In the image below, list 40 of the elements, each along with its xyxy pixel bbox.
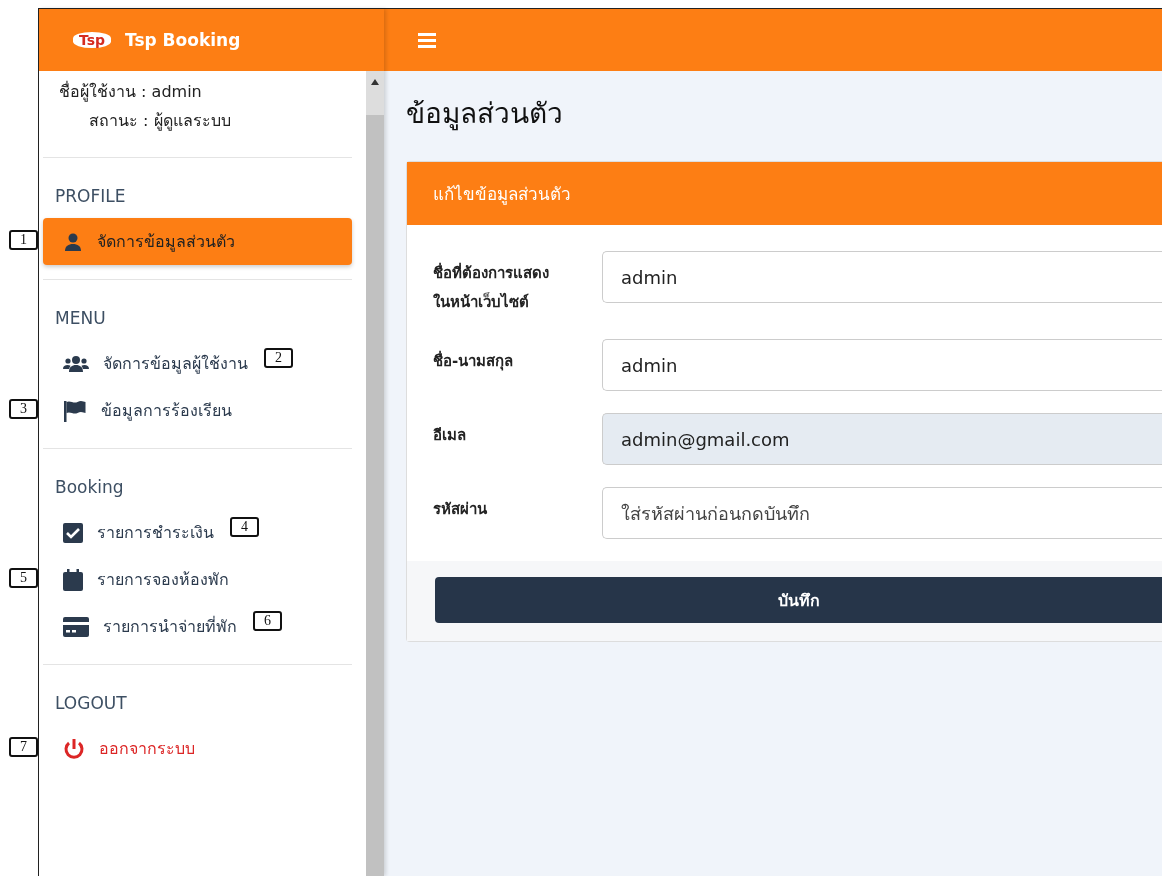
- callout-label: 6: [253, 610, 282, 631]
- sidebar-item[interactable]: ข้อมูลการร้องเรียน: [43, 387, 252, 434]
- menu-icon[interactable]: [418, 32, 436, 48]
- scroll-up-icon[interactable]: [371, 79, 379, 85]
- checkbox-icon: [63, 522, 83, 543]
- username: admin: [151, 82, 202, 101]
- callout-label: 3: [9, 398, 38, 419]
- callout-label: 2: [264, 347, 293, 368]
- power-icon: [63, 737, 85, 760]
- brand-name: Tsp Booking: [125, 30, 241, 50]
- callout-label: 4: [230, 516, 259, 537]
- callout-label: 5: [9, 567, 38, 588]
- users-icon: [63, 354, 89, 373]
- section-heading: PROFILE: [54, 186, 127, 206]
- status-value: ผู้ดูแลระบบ: [153, 111, 231, 130]
- sidebar-item[interactable]: จัดการข้อมูลส่วนตัว: [43, 218, 352, 265]
- flag-icon: [63, 399, 87, 422]
- logo: Tsp: [73, 32, 112, 48]
- card-header: แก้ไขข้อมูลส่วนตัว: [407, 162, 1162, 225]
- field-label: ชื่อที่ต้องการแสดงในหน้าเว็บไซต์: [433, 261, 550, 313]
- section-heading: Booking: [54, 477, 125, 497]
- input-field[interactable]: admin: [602, 339, 1162, 391]
- credit-card-icon: [63, 616, 89, 637]
- page-title: ข้อมูลส่วนตัว: [406, 96, 564, 133]
- user-icon: [63, 231, 83, 252]
- sidebar-item[interactable]: ออกจากระบบ: [43, 725, 215, 772]
- field-label: ชื่อ-นามสกุล: [433, 349, 515, 373]
- callout-label: 7: [9, 736, 38, 757]
- callout-label: 1: [9, 229, 38, 250]
- status-label: สถานะ :: [89, 111, 149, 130]
- section-heading: MENU: [54, 308, 107, 328]
- section-heading: LOGOUT: [54, 693, 128, 713]
- username-label: ชื่อผู้ใช้งาน :: [59, 82, 147, 101]
- field-label: อีเมล: [433, 425, 467, 446]
- input-field[interactable]: ใส่รหัสผ่านก่อนกดบันทึก: [602, 487, 1162, 539]
- field-label: รหัสผ่าน: [433, 499, 488, 520]
- save-button[interactable]: บันทึก: [435, 577, 1162, 623]
- calendar-icon: [63, 568, 83, 591]
- input-field[interactable]: admin: [602, 251, 1162, 303]
- sidebar-item[interactable]: รายการจองห้องพัก: [43, 556, 249, 603]
